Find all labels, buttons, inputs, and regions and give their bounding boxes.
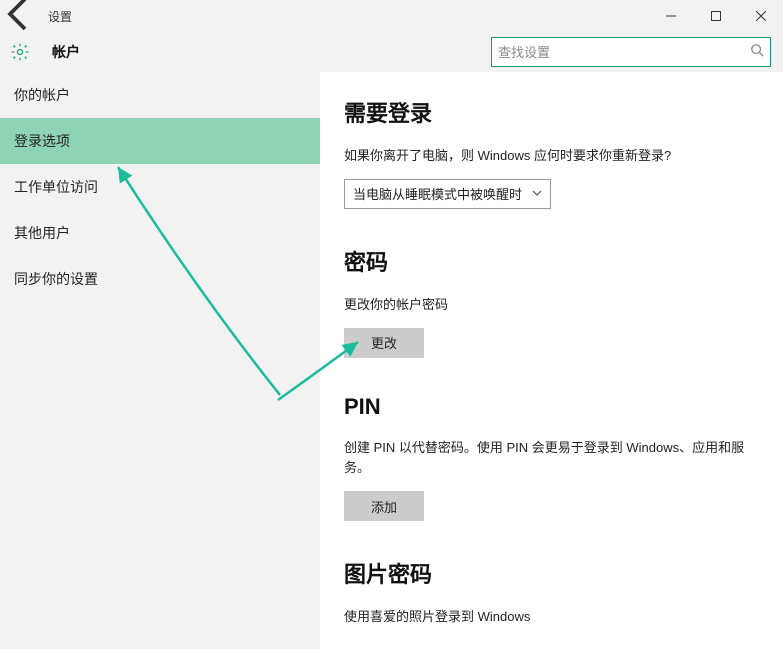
search-icon	[750, 43, 764, 62]
dropdown-value: 当电脑从睡眠模式中被唤醒时	[353, 184, 522, 203]
heading-picture-password: 图片密码	[344, 557, 763, 589]
sidebar-item-label: 其他用户	[14, 223, 70, 243]
sidebar: 你的帐户 登录选项 工作单位访问 其他用户 同步你的设置	[0, 72, 320, 649]
maximize-button[interactable]	[693, 0, 738, 32]
sidebar-item-label: 工作单位访问	[14, 177, 98, 197]
sidebar-item-work-access[interactable]: 工作单位访问	[0, 164, 320, 210]
title-bar: 设置	[0, 0, 783, 32]
sidebar-item-your-account[interactable]: 你的帐户	[0, 72, 320, 118]
chevron-down-icon	[532, 186, 542, 201]
search-box[interactable]	[491, 37, 771, 67]
sidebar-item-label: 你的帐户	[14, 85, 70, 105]
minimize-button[interactable]	[648, 0, 693, 32]
heading-password: 密码	[344, 245, 763, 277]
sidebar-item-label: 同步你的设置	[14, 269, 98, 289]
window-title: 设置	[48, 8, 72, 25]
gear-icon	[0, 42, 40, 62]
add-pin-button[interactable]: 添加	[344, 491, 424, 521]
close-button[interactable]	[738, 0, 783, 32]
password-desc: 更改你的帐户密码	[344, 295, 763, 316]
header-row: 帐户	[0, 32, 783, 72]
signin-desc: 如果你离开了电脑，则 Windows 应何时要求你重新登录?	[344, 146, 763, 167]
pin-desc: 创建 PIN 以代替密码。使用 PIN 会更易于登录到 Windows、应用和服…	[344, 438, 763, 480]
heading-pin: PIN	[344, 394, 763, 420]
content-area: 需要登录 如果你离开了电脑，则 Windows 应何时要求你重新登录? 当电脑从…	[320, 72, 783, 649]
sidebar-item-label: 登录选项	[14, 131, 70, 151]
sidebar-item-signin-options[interactable]: 登录选项	[0, 118, 320, 164]
sidebar-item-other-users[interactable]: 其他用户	[0, 210, 320, 256]
heading-signin: 需要登录	[344, 96, 763, 128]
section-title: 帐户	[52, 42, 80, 62]
signin-dropdown[interactable]: 当电脑从睡眠模式中被唤醒时	[344, 179, 551, 209]
picture-desc: 使用喜爱的照片登录到 Windows	[344, 607, 763, 628]
back-button[interactable]	[0, 0, 40, 39]
search-input[interactable]	[498, 45, 750, 60]
change-password-button[interactable]: 更改	[344, 328, 424, 358]
sidebar-item-sync-settings[interactable]: 同步你的设置	[0, 256, 320, 302]
